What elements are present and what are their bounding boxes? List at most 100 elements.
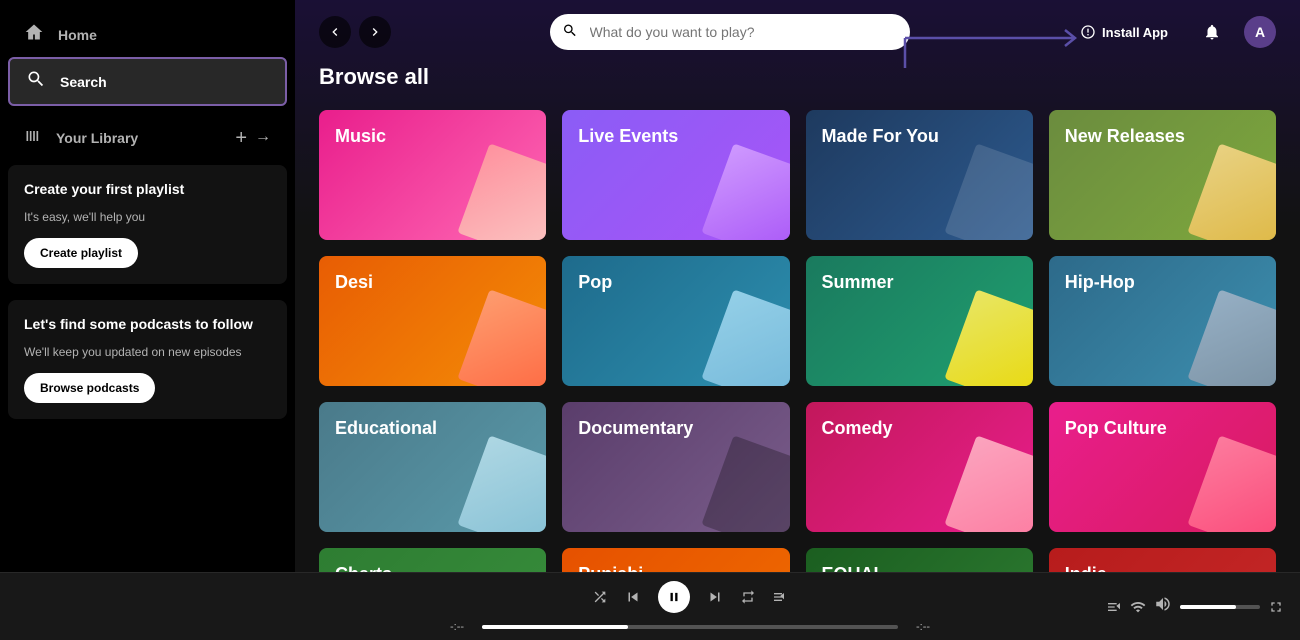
browse-card-art-summer [944, 289, 1033, 386]
library-label: Your Library [56, 130, 138, 146]
sidebar-nav: Home Search [0, 8, 295, 110]
topbar: Install App A [295, 0, 1300, 64]
browse-card-desi[interactable]: Desi [319, 256, 546, 386]
browse-card-summer[interactable]: Summer [806, 256, 1033, 386]
volume-button[interactable] [1154, 595, 1172, 618]
browse-card-music[interactable]: Music [319, 110, 546, 240]
main-content: Install App A Browse all Music Live Event… [295, 0, 1300, 572]
progress-fill [482, 625, 628, 629]
avatar-letter: A [1255, 24, 1265, 40]
create-playlist-desc: It's easy, we'll help you [24, 209, 271, 226]
search-input[interactable] [550, 14, 910, 50]
search-label: Search [60, 74, 107, 90]
volume-bar[interactable] [1180, 605, 1260, 609]
expand-library-icon[interactable]: → [255, 128, 271, 148]
install-app-label: Install App [1102, 25, 1168, 40]
progress-bar-container: -:-- -:-- [440, 621, 940, 633]
browse-title: Browse all [319, 64, 1276, 90]
browse-card-art-comedy [944, 435, 1033, 532]
browse-card-title-desi: Desi [335, 272, 373, 294]
browse-card-title-punjabi: Punjabi [578, 564, 643, 572]
browse-card-art-live-events [701, 143, 790, 240]
browse-card-title-equal: EQUAL [822, 564, 885, 572]
current-time: -:-- [440, 621, 474, 633]
skip-forward-button[interactable] [706, 588, 724, 606]
sidebar-item-search[interactable]: Search [8, 57, 287, 106]
browse-card-title-documentary: Documentary [578, 418, 693, 440]
topbar-right: Install App A [1068, 16, 1276, 48]
browse-card-title-pop: Pop [578, 272, 612, 294]
total-time: -:-- [906, 621, 940, 633]
avatar[interactable]: A [1244, 16, 1276, 48]
find-podcasts-title: Let's find some podcasts to follow [24, 316, 271, 332]
search-nav-icon [26, 69, 46, 94]
library-nav-item[interactable]: Your Library [24, 126, 138, 149]
shuffle-button[interactable] [592, 589, 608, 605]
add-library-icon[interactable]: + [235, 128, 247, 148]
find-podcasts-section: Let's find some podcasts to follow We'll… [8, 300, 287, 419]
browse-card-art-pop-culture [1187, 435, 1276, 532]
queue-button[interactable] [1106, 599, 1122, 615]
forward-button[interactable] [359, 16, 391, 48]
browse-card-art-desi [458, 289, 547, 386]
create-playlist-section: Create your first playlist It's easy, we… [8, 165, 287, 284]
browse-card-art-music [458, 143, 547, 240]
home-label: Home [58, 27, 97, 43]
back-button[interactable] [319, 16, 351, 48]
play-pause-button[interactable] [658, 581, 690, 613]
browse-card-art-new-releases [1187, 143, 1276, 240]
browse-grid: Music Live Events Made For You New Releases… [319, 110, 1276, 572]
browse-card-art-hip-hop [1187, 289, 1276, 386]
browse-card-pop[interactable]: Pop [562, 256, 789, 386]
browse-card-title-made-for-you: Made For You [822, 126, 939, 148]
browse-card-art-made-for-you [944, 143, 1033, 240]
sidebar: Home Search Your Library [0, 0, 295, 572]
home-icon [24, 22, 44, 47]
browse-card-pop-culture[interactable]: Pop Culture [1049, 402, 1276, 532]
skip-back-button[interactable] [624, 588, 642, 606]
player-bar: -:-- -:-- [0, 572, 1300, 640]
create-playlist-button[interactable]: Create playlist [24, 238, 138, 268]
browse-card-indie[interactable]: Indie [1049, 548, 1276, 572]
devices-button[interactable] [1130, 599, 1146, 615]
browse-card-title-comedy: Comedy [822, 418, 893, 440]
browse-card-new-releases[interactable]: New Releases [1049, 110, 1276, 240]
player-right [1084, 595, 1284, 618]
fullscreen-button[interactable] [1268, 599, 1284, 615]
browse-section: Browse all Music Live Events Made For You N… [295, 64, 1300, 572]
install-app-button[interactable]: Install App [1068, 18, 1180, 46]
player-center: -:-- -:-- [440, 581, 940, 633]
browse-podcasts-button[interactable]: Browse podcasts [24, 373, 155, 403]
volume-fill [1180, 605, 1236, 609]
browse-card-comedy[interactable]: Comedy [806, 402, 1033, 532]
browse-card-title-new-releases: New Releases [1065, 126, 1185, 148]
browse-card-documentary[interactable]: Documentary [562, 402, 789, 532]
browse-card-title-music: Music [335, 126, 386, 148]
browse-card-title-pop-culture: Pop Culture [1065, 418, 1167, 440]
sidebar-item-home[interactable]: Home [8, 12, 287, 57]
lyrics-button[interactable] [772, 589, 788, 605]
browse-card-made-for-you[interactable]: Made For You [806, 110, 1033, 240]
browse-card-charts[interactable]: Charts [319, 548, 546, 572]
browse-card-title-summer: Summer [822, 272, 894, 294]
browse-card-hip-hop[interactable]: Hip-Hop [1049, 256, 1276, 386]
browse-card-title-indie: Indie [1065, 564, 1107, 572]
player-controls [592, 581, 788, 613]
progress-track[interactable] [482, 625, 898, 629]
find-podcasts-desc: We'll keep you updated on new episodes [24, 344, 271, 361]
repeat-button[interactable] [740, 589, 756, 605]
browse-card-equal[interactable]: EQUAL [806, 548, 1033, 572]
search-icon [562, 23, 578, 42]
notification-button[interactable] [1196, 16, 1228, 48]
main-wrapper: Install App A Browse all Music Live Event… [295, 0, 1300, 572]
library-actions: + → [235, 128, 271, 148]
browse-card-educational[interactable]: Educational [319, 402, 546, 532]
browse-card-live-events[interactable]: Live Events [562, 110, 789, 240]
browse-card-title-educational: Educational [335, 418, 437, 440]
library-icon [24, 126, 44, 149]
browse-card-art-educational [458, 435, 547, 532]
library-header: Your Library + → [0, 110, 295, 157]
search-bar [550, 14, 910, 50]
browse-card-title-charts: Charts [335, 564, 392, 572]
browse-card-punjabi[interactable]: Punjabi [562, 548, 789, 572]
